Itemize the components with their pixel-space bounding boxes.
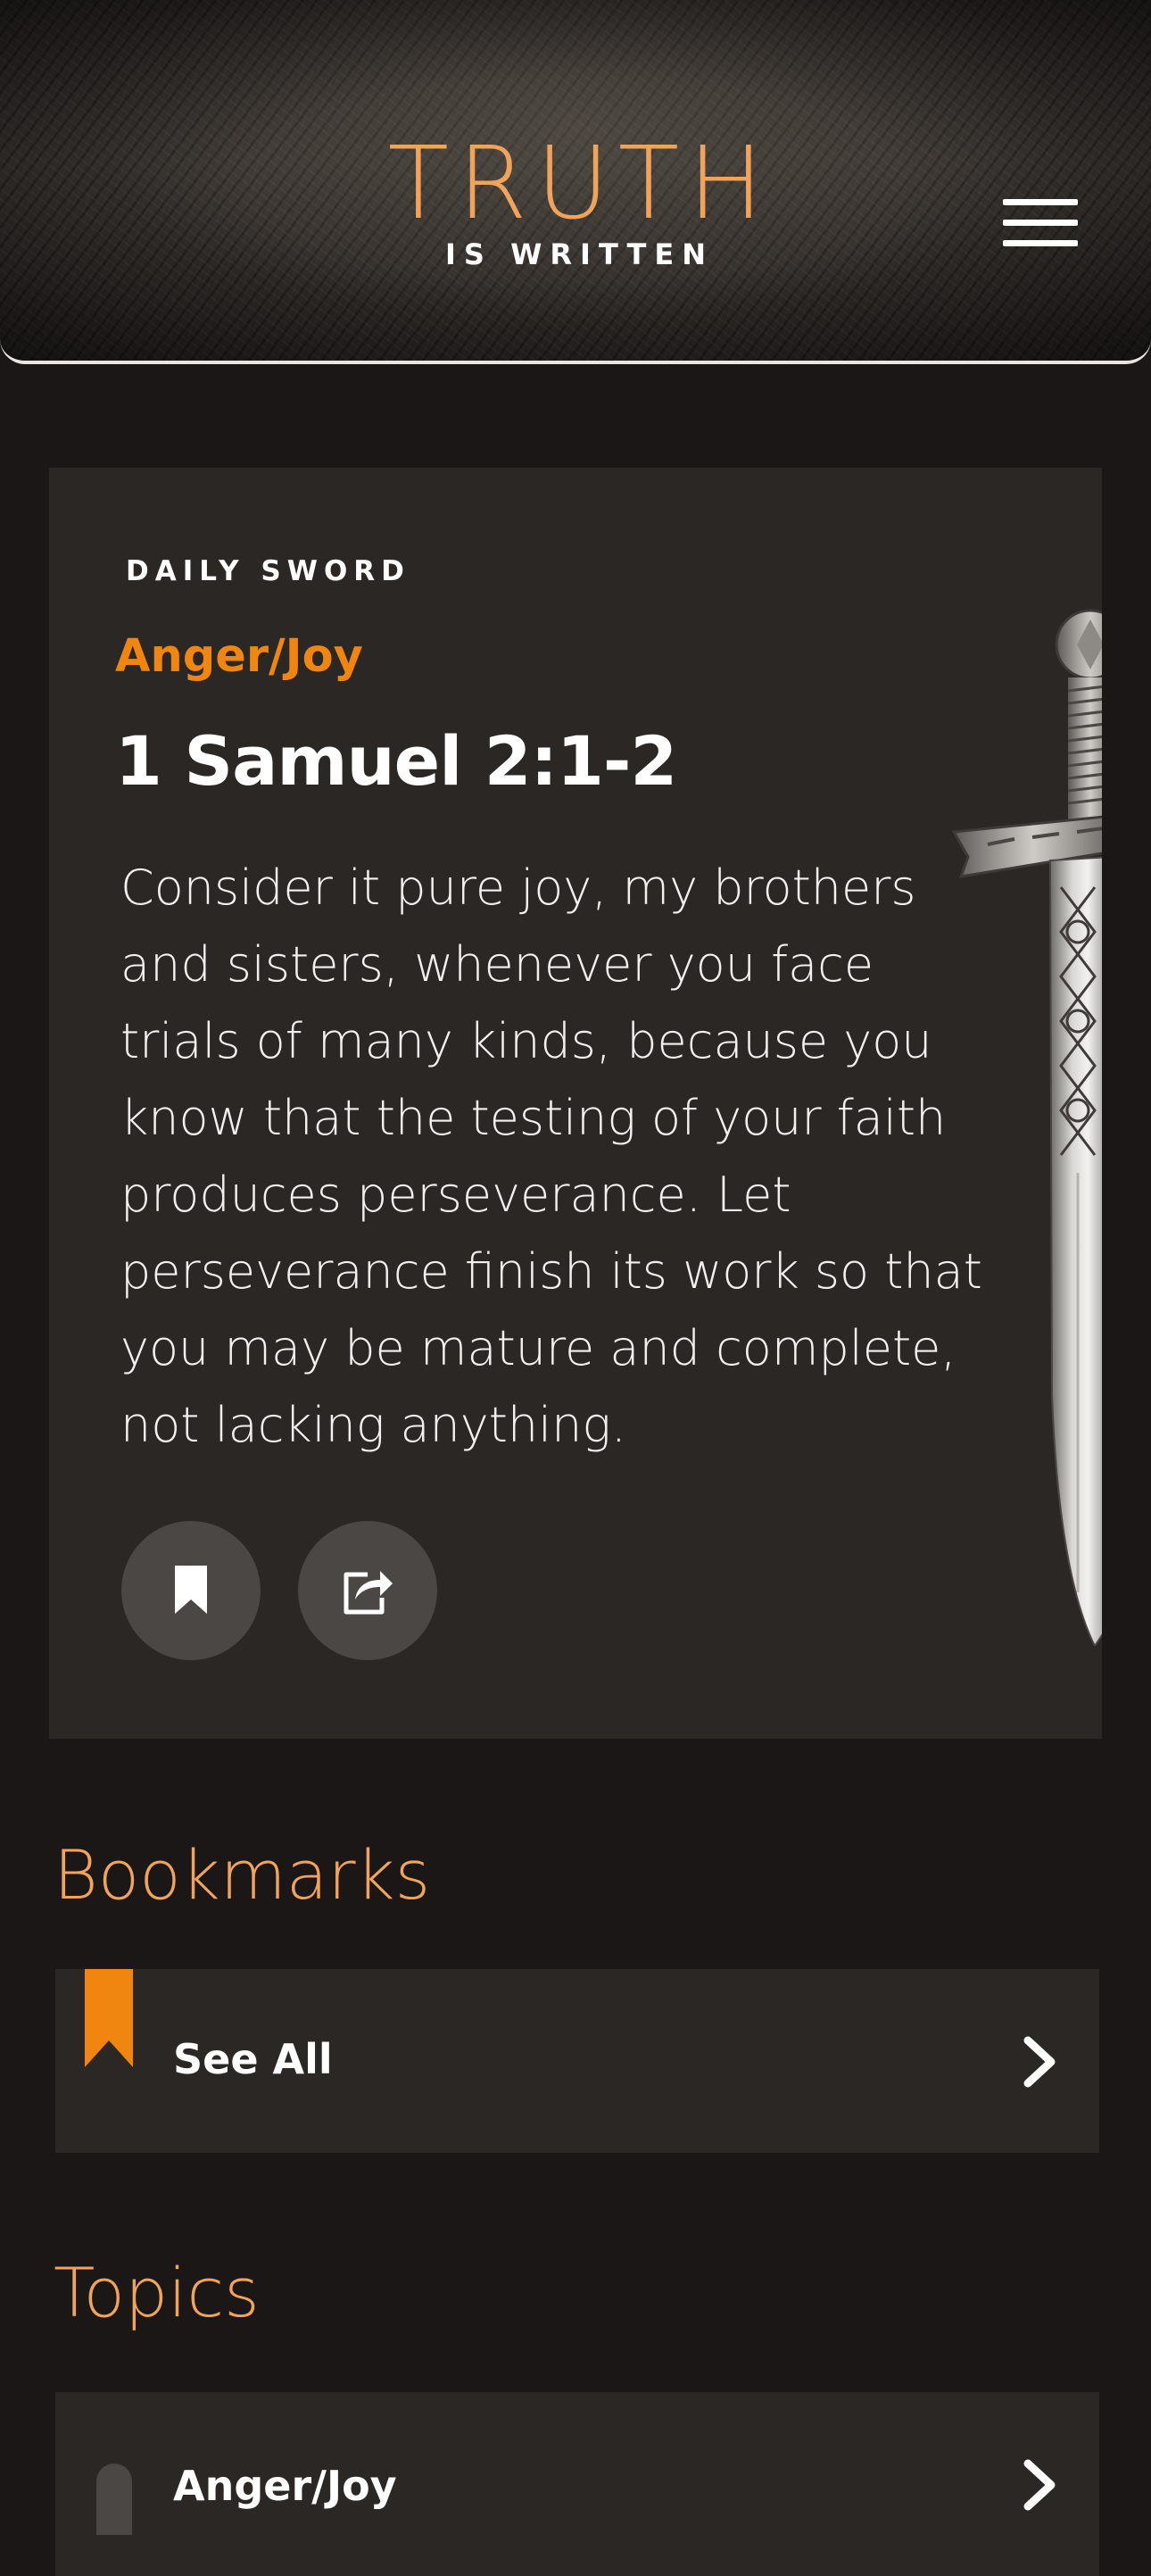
- menu-line: [1003, 240, 1078, 246]
- daily-sword-label: DAILY SWORD: [126, 555, 410, 587]
- topic-marker-icon: [96, 2464, 132, 2535]
- bookmark-icon: [175, 1566, 207, 1614]
- topic-label: Anger/Joy: [173, 2462, 397, 2510]
- verse-text: Consider it pure joy, my brothers and si…: [120, 860, 982, 1453]
- see-all-label: See All: [173, 2035, 333, 2083]
- topics-heading: Topics: [54, 2253, 260, 2332]
- share-button[interactable]: [298, 1521, 437, 1660]
- bookmarks-see-all-row[interactable]: See All: [55, 1969, 1099, 2153]
- bookmarks-heading: Bookmarks: [54, 1835, 431, 1915]
- share-icon: [344, 1571, 393, 1615]
- bookmark-ribbon-icon: [85, 1969, 133, 2067]
- brand-logo: TRUTH IS WRITTEN: [0, 134, 1151, 271]
- hamburger-menu-icon[interactable]: [996, 193, 1081, 255]
- menu-line: [1003, 220, 1078, 226]
- chevron-right-icon: [1023, 2459, 1056, 2511]
- daily-sword-card: DAILY SWORD Anger/Joy 1 Samuel 2:1-2 Con…: [49, 468, 1102, 1739]
- verse-reference: 1 Samuel 2:1-2: [115, 721, 677, 801]
- daily-topic-link[interactable]: Anger/Joy: [115, 630, 363, 683]
- brand-subtitle: IS WRITTEN: [445, 237, 714, 271]
- bookmark-button[interactable]: [121, 1521, 261, 1660]
- brand-title: TRUTH: [387, 126, 773, 242]
- topic-row[interactable]: Anger/Joy: [55, 2392, 1099, 2576]
- menu-line: [1003, 199, 1078, 205]
- sword-illustration: [952, 609, 1102, 1646]
- chevron-right-icon: [1023, 2036, 1056, 2088]
- app-header: TRUTH IS WRITTEN: [0, 0, 1151, 364]
